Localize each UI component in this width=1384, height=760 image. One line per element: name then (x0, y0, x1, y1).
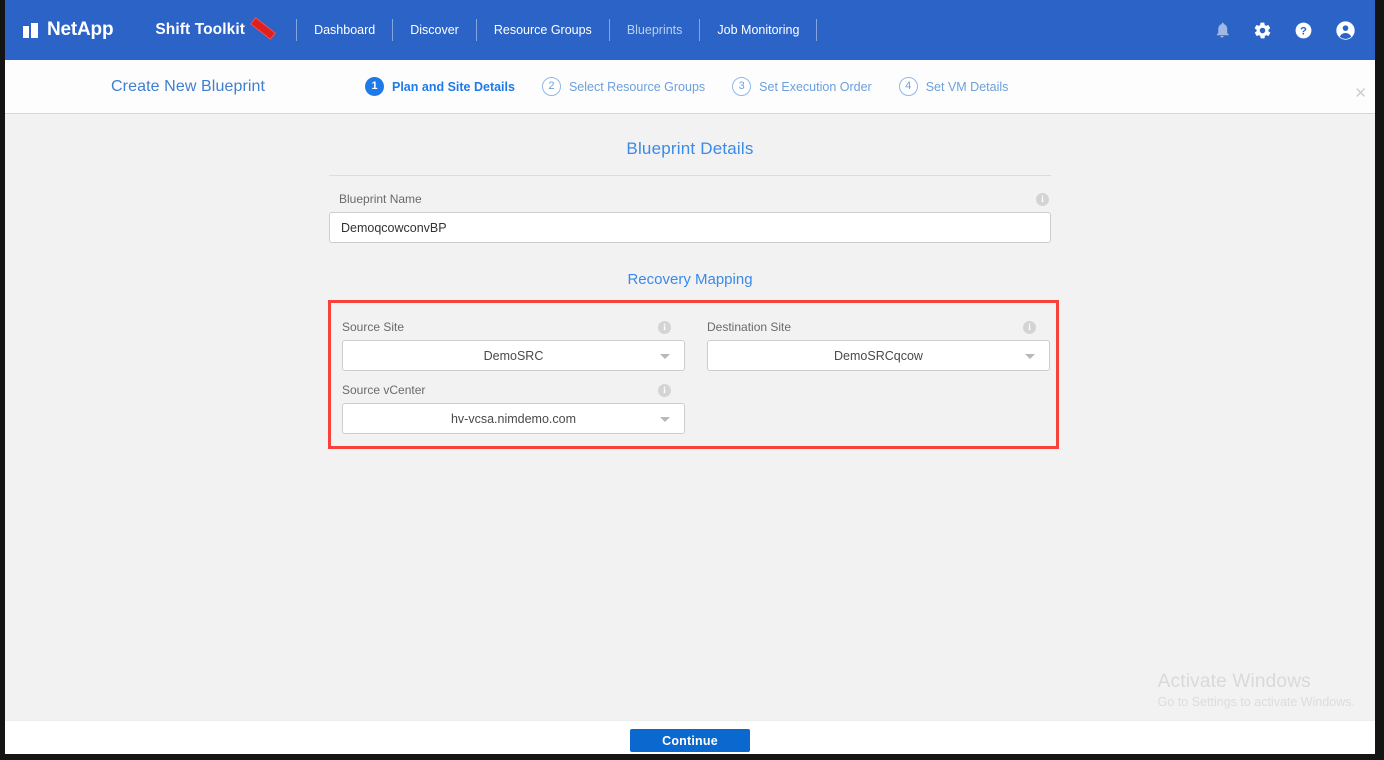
footer-action-bar: Continue (5, 720, 1375, 754)
brand-name: NetApp (47, 19, 114, 40)
chevron-down-icon (1025, 353, 1035, 359)
info-icon[interactable]: i (1036, 192, 1049, 206)
page-title: Create New Blueprint (111, 77, 266, 95)
source-site-value: DemoSRC (483, 348, 544, 363)
main-content-area: Blueprint Details Blueprint Name i Recov… (5, 114, 1375, 720)
nav-link-resource-groups[interactable]: Resource Groups (477, 0, 609, 60)
blueprint-form: Blueprint Details Blueprint Name i Recov… (328, 114, 1059, 449)
blueprint-name-input[interactable] (329, 212, 1051, 243)
help-question-icon[interactable]: ? (1294, 21, 1313, 40)
blueprint-details-title: Blueprint Details (626, 139, 754, 158)
source-site-label-row: Source Site i (331, 308, 674, 340)
top-navigation-bar: NetApp Shift Toolkit Dashboard Discover … (5, 0, 1375, 60)
nav-divider (816, 19, 818, 41)
info-icon[interactable]: i (1023, 320, 1036, 334)
source-vcenter-label: Source vCenter (342, 383, 426, 397)
nav-link-job-monitoring[interactable]: Job Monitoring (700, 0, 816, 60)
wizard-step-set-vm-details[interactable]: 4 Set VM Details (898, 77, 1009, 96)
destination-site-value: DemoSRCqcow (834, 348, 923, 363)
continue-button[interactable]: Continue (630, 729, 750, 752)
site-mapping-row: Source Site i DemoSRC Destination Site i (331, 308, 1050, 371)
info-icon[interactable]: i (658, 383, 671, 397)
info-icon[interactable]: i (658, 320, 671, 334)
destination-site-field: Destination Site i DemoSRCqcow (696, 308, 1050, 371)
destination-site-label-row: Destination Site i (696, 308, 1039, 340)
source-site-dropdown[interactable]: DemoSRC (342, 340, 685, 371)
wizard-step-plan-and-site-details[interactable]: 1 Plan and Site Details (365, 77, 515, 96)
user-account-icon[interactable] (1335, 20, 1356, 41)
source-vcenter-field: Source vCenter i hv-vcsa.nimdemo.com (331, 371, 685, 434)
recovery-mapping-highlight-box: Source Site i DemoSRC Destination Site i (328, 300, 1059, 449)
application-window: NetApp Shift Toolkit Dashboard Discover … (0, 0, 1384, 760)
app-title-group: Shift Toolkit (155, 16, 277, 40)
nav-link-discover[interactable]: Discover (393, 0, 476, 60)
wizard-step-set-execution-order[interactable]: 3 Set Execution Order (732, 77, 872, 96)
chevron-down-icon (660, 416, 670, 422)
step-number-badge: 1 (365, 77, 384, 96)
netapp-brand-logo[interactable]: NetApp (23, 19, 114, 41)
step-number-badge: 4 (898, 77, 918, 96)
wizard-stepper-bar: Create New Blueprint 1 Plan and Site Det… (5, 60, 1375, 116)
step-number-badge: 2 (541, 77, 561, 96)
nav-link-dashboard[interactable]: Dashboard (297, 0, 392, 60)
step-number-badge: 3 (732, 77, 752, 96)
close-icon[interactable]: ✕ (1354, 86, 1367, 101)
source-vcenter-dropdown[interactable]: hv-vcsa.nimdemo.com (342, 403, 685, 434)
recovery-mapping-title: Recovery Mapping (627, 271, 753, 288)
netapp-logo-icon (23, 22, 40, 38)
vcenter-mapping-row: Source vCenter i hv-vcsa.nimdemo.com (331, 371, 1046, 434)
blueprint-name-label: Blueprint Name (339, 192, 422, 206)
nav-actions: ? (1213, 20, 1375, 41)
chevron-down-icon (660, 353, 670, 359)
step-label: Select Resource Groups (568, 79, 706, 94)
step-label: Set Execution Order (759, 79, 872, 94)
notifications-bell-icon[interactable] (1213, 21, 1231, 39)
app-name-label: Shift Toolkit (155, 21, 246, 38)
wizard-step-select-resource-groups[interactable]: 2 Select Resource Groups (541, 77, 706, 96)
svg-text:?: ? (1300, 25, 1307, 37)
source-vcenter-value: hv-vcsa.nimdemo.com (450, 411, 577, 426)
beta-ribbon-icon (250, 16, 277, 40)
step-label: Set VM Details (925, 79, 1009, 94)
source-site-label: Source Site (342, 320, 405, 334)
source-vcenter-label-row: Source vCenter i (331, 371, 674, 403)
watermark-title: Activate Windows (1157, 671, 1311, 692)
blueprint-name-label-row: Blueprint Name i (329, 176, 1051, 212)
destination-site-dropdown[interactable]: DemoSRCqcow (707, 340, 1050, 371)
settings-gear-icon[interactable] (1253, 21, 1272, 40)
wizard-steps: 1 Plan and Site Details 2 Select Resourc… (365, 77, 1008, 96)
nav-link-blueprints[interactable]: Blueprints (610, 0, 700, 60)
step-label: Plan and Site Details (392, 79, 515, 94)
watermark-subtitle: Go to Settings to activate Windows. (1157, 695, 1355, 709)
source-site-field: Source Site i DemoSRC (331, 308, 685, 371)
destination-site-label: Destination Site (707, 320, 792, 334)
windows-activation-watermark: Activate Windows Go to Settings to activ… (1158, 670, 1355, 712)
